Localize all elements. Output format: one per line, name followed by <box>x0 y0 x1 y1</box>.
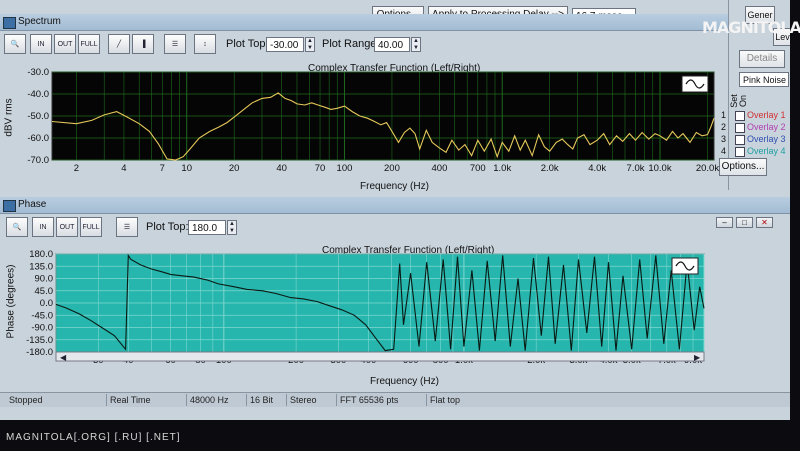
spectrum-x-tick-label: 4.0k <box>588 163 606 174</box>
overlay-label: Overlay 3 <box>747 134 786 144</box>
overlay-checkbox[interactable] <box>735 135 745 145</box>
spectrum-titlebar[interactable]: Spectrum <box>0 14 728 31</box>
details-button[interactable]: Details <box>739 50 785 68</box>
spectrum-plot-range-input[interactable]: 40.00 <box>374 37 410 52</box>
phase-minimize-icon[interactable]: – <box>716 217 733 228</box>
zoom-out-x-icon[interactable]: OUT <box>54 34 76 54</box>
on-label: On <box>738 94 749 108</box>
overlay-checkbox[interactable] <box>735 147 745 157</box>
spectrum-plot-range-label: Plot Range: <box>322 38 380 50</box>
phase-plot-top-spinner[interactable]: ▲ ▼ <box>227 220 237 235</box>
spectrum-y-tick-label: -60.0 <box>27 133 49 144</box>
spectrum-x-tick-label: 700 <box>470 163 486 174</box>
spectrum-plot[interactable]: -30.0 -40.0 -50.0 -60.0 -70.0 2 4 7 10 20 40 70 100 2… <box>0 60 728 190</box>
phase-maximize-icon[interactable]: □ <box>736 217 753 228</box>
screen: Options... Apply to Processing Delay -->… <box>0 0 790 420</box>
noise-type-select[interactable]: Pink Noise <box>739 72 789 87</box>
status-cell: Flat top <box>426 394 460 406</box>
spectrum-x-tick-label: 100 <box>337 163 353 174</box>
spectrum-x-tick-label: 7 <box>160 163 165 174</box>
phase-y-tick-label: -90.0 <box>31 323 53 334</box>
settings-panel-icon[interactable]: ☰ <box>164 34 186 54</box>
spectrum-x-tick-label: 200 <box>384 163 400 174</box>
spectrum-y-tick-label: -70.0 <box>27 155 49 166</box>
spectrum-plot-top-spinner[interactable]: ▲ ▼ <box>305 37 315 52</box>
overlay-label: Overlay 4 <box>747 146 786 156</box>
overlay-number: 4 <box>721 146 727 156</box>
status-cell: Real Time <box>106 394 151 406</box>
spectrum-window-title: Spectrum <box>18 16 61 27</box>
overlay-label: Overlay 2 <box>747 122 786 132</box>
phase-zoom-full-icon[interactable]: FULL <box>80 217 102 237</box>
overlay-number: 2 <box>721 122 727 132</box>
spectrum-x-tick-label: 70 <box>315 163 326 174</box>
scroll-left-icon: ◀ <box>60 353 67 362</box>
spectrum-x-tick-label: 4 <box>121 163 126 174</box>
scroll-right-icon: ▶ <box>694 353 701 362</box>
spectrum-x-tick-label: 20.0k <box>696 163 719 174</box>
spectrum-plot-range-spinner[interactable]: ▲ ▼ <box>411 37 421 52</box>
phase-settings-panel-icon[interactable]: ☰ <box>116 217 138 237</box>
phase-y-tick-label: 180.0 <box>29 249 53 260</box>
zoom-in-x-icon[interactable]: IN <box>30 34 52 54</box>
spectrum-plot-top-label: Plot Top: <box>226 38 269 50</box>
spectrum-x-axis-label: Frequency (Hz) <box>360 181 429 192</box>
phase-plot[interactable]: 180.0135.0 90.045.00.0-45.0 -90.0-135.0-18… <box>0 242 790 378</box>
phase-zoom-in-icon[interactable]: IN <box>32 217 54 237</box>
phase-y-tick-label: -45.0 <box>31 310 53 321</box>
phase-y-tick-label: 135.0 <box>29 261 53 272</box>
spectrum-x-tick-label: 40 <box>276 163 287 174</box>
status-cell: FFT 65536 pts <box>336 394 398 406</box>
overlay-label: Overlay 1 <box>747 110 786 120</box>
status-cell: Stereo <box>286 394 317 406</box>
phase-y-tick-label: 0.0 <box>40 298 53 309</box>
status-cell: Stopped <box>9 395 43 405</box>
spectrum-x-tick-label: 2.0k <box>541 163 559 174</box>
line-mode-icon[interactable]: ╱ <box>108 34 130 54</box>
phase-window-icon <box>3 200 16 212</box>
spectrum-toolbar: 🔍 IN OUT FULL ╱ ▐ ☰ ↕ Plot Top: -30.00 ▲… <box>0 32 728 56</box>
phase-x-axis-label: Frequency (Hz) <box>370 376 439 387</box>
zoom-full-icon[interactable]: FULL <box>78 34 100 54</box>
status-bar: Stopped Real Time 48000 Hz 16 Bit Stereo FFT … <box>0 392 790 407</box>
status-cell: 16 Bit <box>246 394 273 406</box>
phase-y-tick-label: -135.0 <box>26 335 53 346</box>
phase-plot-top-input[interactable]: 180.0 <box>188 220 226 235</box>
overlay-number: 1 <box>721 110 727 120</box>
spectrum-window-icon <box>3 17 16 29</box>
spectrum-y-tick-label: -40.0 <box>27 89 49 100</box>
vertical-scale-icon[interactable]: ↕ <box>194 34 216 54</box>
phase-zoom-icon[interactable]: 🔍 <box>6 217 28 237</box>
phase-y-tick-label: -180.0 <box>26 347 53 358</box>
phase-scrollbar <box>55 351 705 362</box>
overlay-number: 3 <box>721 134 727 144</box>
phase-toolbar: 🔍 IN OUT FULL ☰ Plot Top: 180.0 ▲ ▼ – □ ✕ <box>0 215 790 239</box>
phase-titlebar[interactable]: Phase <box>0 197 790 214</box>
logo: MAGNITOLA <box>702 18 800 37</box>
bar-mode-icon[interactable]: ▐ <box>132 34 154 54</box>
phase-y-tick-label: 45.0 <box>35 286 54 297</box>
phase-y-tick-label: 90.0 <box>35 274 54 285</box>
spectrum-x-tick-label: 2 <box>74 163 79 174</box>
phase-zoom-out-icon[interactable]: OUT <box>56 217 78 237</box>
zoom-icon[interactable]: 🔍 <box>4 34 26 54</box>
spectrum-x-tick-label: 400 <box>432 163 448 174</box>
spectrum-x-tick-label: 10 <box>181 163 192 174</box>
phase-window-title: Phase <box>18 199 47 210</box>
phase-close-icon[interactable]: ✕ <box>756 217 773 228</box>
spectrum-y-tick-label: -30.0 <box>27 67 49 78</box>
watermark: MAGNITOLA[.ORG] [.RU] [.NET] <box>6 432 181 443</box>
phase-plot-top-label: Plot Top: <box>146 221 189 233</box>
overlay-checkbox[interactable] <box>735 123 745 133</box>
overlay-checkbox[interactable] <box>735 111 745 121</box>
overlay-options-button[interactable]: Options... <box>719 158 767 176</box>
spectrum-x-tick-label: 10.0k <box>648 163 671 174</box>
spectrum-x-tick-label: 1.0k <box>493 163 511 174</box>
status-cell: 48000 Hz <box>186 394 229 406</box>
spectrum-plot-top-input[interactable]: -30.00 <box>266 37 304 52</box>
spectrum-x-tick-label: 7.0k <box>627 163 645 174</box>
spectrum-x-tick-label: 20 <box>229 163 240 174</box>
spectrum-y-tick-label: -50.0 <box>27 111 49 122</box>
